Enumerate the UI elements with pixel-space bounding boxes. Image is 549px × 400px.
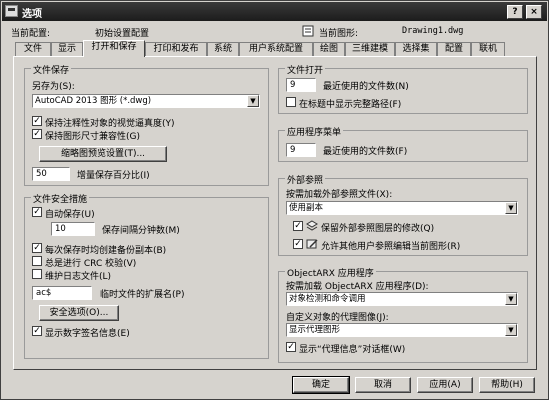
tab-panel: 文件保存 另存为(S): AutoCAD 2013 图形 (*.dwg) ▼ ✓… bbox=[13, 56, 537, 370]
layers-icon bbox=[306, 220, 318, 232]
log-file-checkbox[interactable] bbox=[32, 269, 42, 279]
window-title: 选项 bbox=[22, 9, 42, 20]
proxy-images-value: 显示代理图形 bbox=[289, 325, 341, 335]
temp-ext-label: 临时文件的扩展名(P) bbox=[100, 290, 185, 300]
xref-edit-icon bbox=[306, 238, 318, 250]
objectarx-group: ObjectARX 应用程序 按需加载 ObjectARX 应用程序(D): 对… bbox=[278, 266, 528, 363]
backup-copy-checkbox[interactable]: ✓ bbox=[32, 243, 42, 253]
app-icon bbox=[5, 5, 18, 17]
chevron-down-icon[interactable]: ▼ bbox=[505, 293, 517, 305]
chevron-down-icon[interactable]: ▼ bbox=[247, 95, 259, 107]
proxy-dialog-label: 显示“代理信息”对话框(W) bbox=[299, 345, 406, 355]
app-menu-recent-input[interactable]: 9 bbox=[286, 143, 316, 157]
visual-fidelity-label: 保持注释性对象的视觉逼真度(Y) bbox=[45, 119, 175, 129]
close-button[interactable]: × bbox=[526, 5, 542, 19]
save-as-value: AutoCAD 2013 图形 (*.dwg) bbox=[35, 96, 152, 106]
drawing-size-checkbox[interactable]: ✓ bbox=[32, 129, 42, 139]
arx-demand-load-value: 对象检测和命令调用 bbox=[289, 294, 366, 304]
tab-drafting[interactable]: 绘图 bbox=[313, 42, 345, 56]
allow-edit-checkbox[interactable]: ✓ bbox=[293, 239, 303, 249]
digital-signature-label: 显示数字签名信息(E) bbox=[45, 329, 130, 339]
retain-changes-label: 保留外部参照图层的修改(Q) bbox=[321, 224, 435, 234]
app-menu-title: 应用程序菜单 bbox=[285, 125, 344, 138]
file-save-title: 文件保存 bbox=[31, 63, 72, 76]
autosave-minutes-label: 保存间隔分钟数(M) bbox=[102, 226, 180, 236]
app-menu-recent-label: 最近使用的文件数(F) bbox=[323, 147, 408, 157]
crc-check-checkbox[interactable] bbox=[32, 256, 42, 266]
crc-check-label: 总是进行 CRC 校验(V) bbox=[45, 259, 137, 269]
proxy-images-select[interactable]: 显示代理图形 ▼ bbox=[286, 323, 518, 337]
backup-copy-label: 每次保存时均创建备份副本(B) bbox=[45, 246, 167, 256]
save-as-select[interactable]: AutoCAD 2013 图形 (*.dwg) ▼ bbox=[32, 94, 260, 108]
allow-edit-label: 允许其他用户参照编辑当前图形(R) bbox=[321, 242, 461, 252]
security-options-button[interactable]: 安全选项(O)... bbox=[39, 305, 119, 321]
incremental-save-label: 增量保存百分比(I) bbox=[77, 171, 150, 181]
tab-display[interactable]: 显示 bbox=[51, 42, 83, 56]
tab-online[interactable]: 联机 bbox=[471, 42, 505, 56]
drawing-size-label: 保持图形尺寸兼容性(G) bbox=[45, 132, 140, 142]
tab-profiles[interactable]: 配置 bbox=[437, 42, 471, 56]
full-path-checkbox[interactable] bbox=[286, 97, 296, 107]
file-safety-title: 文件安全措施 bbox=[31, 192, 90, 205]
recent-files-label: 最近使用的文件数(N) bbox=[323, 82, 409, 92]
digital-signature-checkbox[interactable]: ✓ bbox=[32, 326, 42, 336]
objectarx-title: ObjectARX 应用程序 bbox=[285, 266, 376, 279]
xref-title: 外部参照 bbox=[285, 173, 326, 186]
arx-demand-load-label: 按需加载 ObjectARX 应用程序(D): bbox=[286, 282, 429, 292]
app-menu-group: 应用程序菜单 9 最近使用的文件数(F) bbox=[278, 125, 528, 162]
cancel-button[interactable]: 取消 bbox=[355, 377, 411, 393]
options-dialog: 选项 ? × 当前配置: 初始设置配置 当前图形: Drawing1.dwg 文… bbox=[0, 0, 549, 400]
tab-user-preferences[interactable]: 用户系统配置 bbox=[239, 42, 313, 56]
arx-demand-load-select[interactable]: 对象检测和命令调用 ▼ bbox=[286, 292, 518, 306]
apply-button[interactable]: 应用(A) bbox=[417, 377, 473, 393]
autosave-label: 自动保存(U) bbox=[45, 210, 95, 220]
xref-demand-load-label: 按需加载外部参照文件(X): bbox=[286, 190, 393, 200]
autosave-minutes-input[interactable]: 10 bbox=[51, 222, 95, 236]
tab-system[interactable]: 系统 bbox=[207, 42, 239, 56]
drawing-icon bbox=[302, 25, 314, 37]
help-button[interactable]: 帮助(H) bbox=[479, 377, 535, 393]
thumbnail-settings-button[interactable]: 缩略图预览设置(T)... bbox=[39, 146, 167, 162]
tab-files[interactable]: 文件 bbox=[15, 42, 51, 56]
current-profile-value: 初始设置配置 bbox=[95, 29, 150, 39]
file-open-title: 文件打开 bbox=[285, 63, 326, 76]
ok-button[interactable]: 确定 bbox=[292, 376, 350, 394]
full-path-label: 在标题中显示完整路径(F) bbox=[299, 100, 402, 110]
current-drawing-label: 当前图形: bbox=[319, 29, 359, 39]
tab-plot-publish[interactable]: 打印和发布 bbox=[145, 42, 207, 56]
xref-demand-load-select[interactable]: 使用副本 ▼ bbox=[286, 201, 518, 215]
file-open-group: 文件打开 9 最近使用的文件数(N) 在标题中显示完整路径(F) bbox=[278, 63, 528, 114]
recent-files-input[interactable]: 9 bbox=[286, 78, 316, 92]
tab-open-save[interactable]: 打开和保存 bbox=[83, 40, 145, 57]
title-bar[interactable]: 选项 ? × bbox=[2, 2, 547, 21]
current-profile-label: 当前配置: bbox=[11, 29, 51, 39]
help-title-button[interactable]: ? bbox=[507, 5, 523, 19]
proxy-images-label: 自定义对象的代理图像(J): bbox=[286, 313, 389, 323]
file-save-group: 文件保存 另存为(S): AutoCAD 2013 图形 (*.dwg) ▼ ✓… bbox=[24, 63, 269, 186]
autosave-checkbox[interactable]: ✓ bbox=[32, 207, 42, 217]
chevron-down-icon[interactable]: ▼ bbox=[505, 324, 517, 336]
log-file-label: 维护日志文件(L) bbox=[45, 272, 112, 282]
tab-selection[interactable]: 选择集 bbox=[395, 42, 437, 56]
temp-ext-input[interactable]: ac$ bbox=[32, 286, 92, 300]
chevron-down-icon[interactable]: ▼ bbox=[505, 202, 517, 214]
visual-fidelity-checkbox[interactable]: ✓ bbox=[32, 116, 42, 126]
file-safety-group: 文件安全措施 ✓ 自动保存(U) 10 保存间隔分钟数(M) ✓ 每次保存时均创… bbox=[24, 192, 269, 359]
tab-3d-modeling[interactable]: 三维建模 bbox=[345, 42, 395, 56]
xref-demand-load-value: 使用副本 bbox=[289, 203, 324, 213]
proxy-dialog-checkbox[interactable]: ✓ bbox=[286, 342, 296, 352]
current-drawing-value: Drawing1.dwg bbox=[402, 26, 464, 36]
incremental-save-input[interactable]: 50 bbox=[32, 167, 70, 181]
save-as-label: 另存为(S): bbox=[32, 82, 75, 92]
retain-changes-checkbox[interactable]: ✓ bbox=[293, 221, 303, 231]
xref-group: 外部参照 按需加载外部参照文件(X): 使用副本 ▼ ✓ 保留外部参照图层的修改… bbox=[278, 173, 528, 256]
